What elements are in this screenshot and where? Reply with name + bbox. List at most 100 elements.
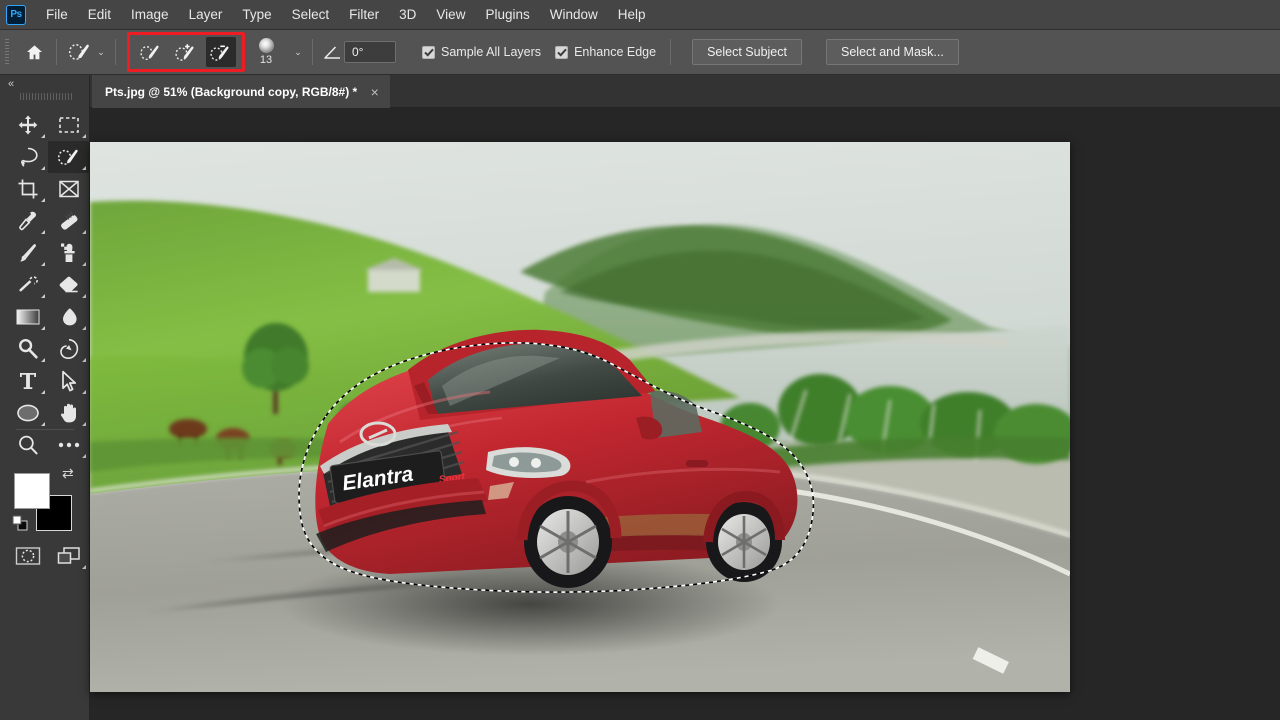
angle-label [320,37,344,67]
tool-flyout-indicator [82,166,86,170]
home-button[interactable] [19,37,49,67]
front-wheel [524,496,612,588]
menu-item-layer[interactable]: Layer [179,3,233,26]
options-bar-grip[interactable] [5,39,9,65]
eyedropper-icon [17,210,39,232]
document-tab[interactable]: Pts.jpg @ 51% (Background copy, RGB/8#) … [92,75,390,108]
path-selection-tool[interactable] [48,365,89,397]
lasso-tool[interactable] [7,141,48,173]
gradient-icon [15,307,41,327]
document-canvas[interactable]: Elantra Sport [90,142,1070,692]
menu-item-window[interactable]: Window [540,3,608,26]
tool-preset-caret-icon[interactable]: ⌄ [94,40,108,64]
select-and-mask-button[interactable]: Select and Mask... [826,39,959,65]
quick-selection-tool[interactable] [48,141,89,173]
tool-flyout-indicator [41,294,45,298]
foreground-color-swatch[interactable] [14,473,50,509]
angle-input[interactable]: 0° [344,41,396,63]
quick-mask-icon [15,546,41,566]
photoshop-logo-icon: Ps [6,5,26,25]
tool-flyout-indicator [41,358,45,362]
blur-tool[interactable] [48,301,89,333]
options-bar: ⌄ [0,30,1280,75]
brush-options-caret-icon[interactable]: ⌄ [291,40,305,64]
tool-flyout-indicator [41,262,45,266]
menu-item-help[interactable]: Help [608,3,656,26]
crop-tool[interactable] [7,173,48,205]
move-icon [17,114,39,136]
paintbrush-icon [17,242,39,264]
rectangular-marquee-tool[interactable] [48,109,89,141]
tool-flyout-indicator [41,230,45,234]
tool-flyout-indicator [41,326,45,330]
gradient-tool[interactable] [7,301,48,333]
toolbar-separator [16,429,74,430]
default-colors-icon[interactable] [12,515,28,531]
ellipse-tool[interactable] [7,397,48,429]
history-brush-icon [17,274,39,296]
menu-item-image[interactable]: Image [121,3,179,26]
edit-toolbar-button[interactable] [48,429,89,461]
menu-item-file[interactable]: File [36,3,78,26]
enhance-edge-checkbox[interactable]: Enhance Edge [555,45,656,59]
menu-item-select[interactable]: Select [282,3,340,26]
tool-flyout-indicator [82,390,86,394]
pen-tool[interactable] [48,333,89,365]
tool-flyout-indicator [82,326,86,330]
angle-icon [323,44,342,61]
subtract-from-selection-button[interactable] [206,37,236,67]
add-to-selection-button[interactable] [171,37,201,67]
selection-mode-group [127,32,245,72]
menu-item-type[interactable]: Type [232,3,281,26]
new-selection-button[interactable] [136,37,166,67]
clone-stamp-tool[interactable] [48,237,89,269]
color-swatches: ⇄ [14,473,76,529]
move-tool[interactable] [7,109,48,141]
dodge-tool[interactable] [7,333,48,365]
screen-mode-icon [56,546,82,566]
tools-panel-drag-handle[interactable] [20,93,72,100]
tool-flyout-indicator [41,134,45,138]
smudge-icon [58,306,80,328]
menu-item-edit[interactable]: Edit [78,3,121,26]
lasso-icon [17,146,39,168]
swap-colors-icon[interactable]: ⇄ [62,465,74,482]
options-separator-4 [670,39,671,65]
quick-mask-toggle[interactable] [7,540,48,572]
sample-all-layers-checkbox[interactable]: Sample All Layers [422,45,541,59]
tool-flyout-indicator [82,454,86,458]
quick-selection-tool-icon [67,41,92,63]
brush-size-control[interactable]: 13 [249,38,283,66]
collapse-panel-icon[interactable]: « [8,78,13,90]
tool-flyout-indicator [82,422,86,426]
zoom-tool[interactable] [7,429,48,461]
close-icon[interactable]: × [368,85,381,99]
menu-item-3d[interactable]: 3D [389,3,426,26]
menu-item-plugins[interactable]: Plugins [475,3,539,26]
history-brush-tool[interactable] [7,269,48,301]
screen-mode-toggle[interactable] [48,540,89,572]
select-subject-button[interactable]: Select Subject [692,39,802,65]
marquee-icon [58,115,80,135]
tool-flyout-indicator [41,390,45,394]
options-separator-1 [56,39,57,65]
photo-illustration: Elantra Sport [90,142,1070,692]
spot-healing-brush-tool[interactable] [48,205,89,237]
hand-tool[interactable] [48,397,89,429]
photo-image: Elantra Sport [90,142,1070,692]
brush-tool[interactable] [7,237,48,269]
menu-item-filter[interactable]: Filter [339,3,389,26]
type-tool[interactable] [7,365,48,397]
eraser-tool[interactable] [48,269,89,301]
eyedropper-tool[interactable] [7,205,48,237]
tool-flyout-indicator [41,166,45,170]
tool-preset-picker[interactable] [64,37,94,67]
crop-icon [17,178,39,200]
menu-item-view[interactable]: View [426,3,475,26]
magnifier-icon [17,434,39,456]
healing-brush-icon [58,210,80,232]
menu-bar: Ps File Edit Image Layer Type Select Fil… [0,0,1280,30]
enhance-edge-checkbox-box [555,46,568,59]
frame-tool[interactable] [48,173,89,205]
pen-icon [58,338,80,360]
